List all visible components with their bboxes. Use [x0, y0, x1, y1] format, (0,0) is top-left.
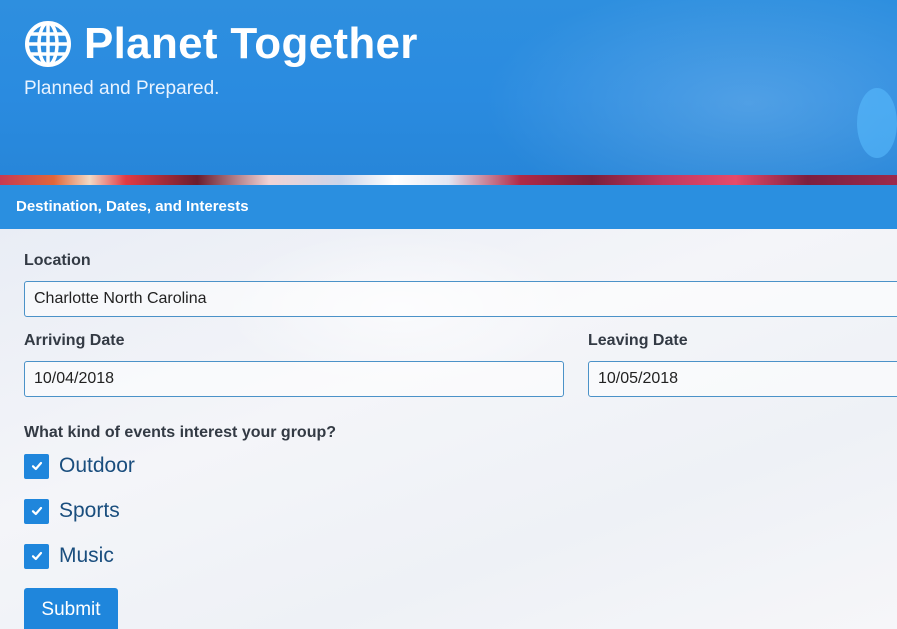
checkmark-icon	[31, 506, 42, 516]
interest-option-sports[interactable]: Sports	[24, 498, 120, 524]
section-title: Destination, Dates, and Interests	[16, 198, 249, 215]
music-checkbox[interactable]	[24, 543, 49, 569]
interests-question: What kind of events interest your group?	[24, 424, 337, 441]
interest-option-outdoor[interactable]: Outdoor	[24, 453, 135, 479]
sports-checkbox[interactable]	[24, 498, 49, 524]
outdoor-label: Outdoor	[59, 454, 135, 477]
location-label: Location	[24, 252, 91, 269]
section-header: Destination, Dates, and Interests	[0, 185, 897, 229]
site-header: Planet Together Planned and Prepared.	[0, 0, 897, 175]
globe-icon	[25, 21, 71, 67]
submit-button[interactable]: Submit	[24, 588, 118, 629]
site-tagline: Planned and Prepared.	[24, 78, 220, 99]
checkmark-icon	[31, 551, 42, 561]
checkmark-icon	[31, 461, 42, 471]
trip-form: Location Arriving Date Leaving Date What…	[0, 229, 897, 629]
music-label: Music	[59, 544, 114, 567]
sports-label: Sports	[59, 499, 120, 522]
leaving-date-label: Leaving Date	[588, 332, 688, 349]
arriving-date-input[interactable]	[24, 361, 564, 397]
site-title: Planet Together	[84, 19, 418, 68]
interest-option-music[interactable]: Music	[24, 543, 114, 569]
brand[interactable]: Planet Together	[24, 18, 418, 70]
leaving-date-input[interactable]	[588, 361, 897, 397]
location-input[interactable]	[24, 281, 897, 317]
arriving-date-label: Arriving Date	[24, 332, 125, 349]
outdoor-checkbox[interactable]	[24, 453, 49, 479]
